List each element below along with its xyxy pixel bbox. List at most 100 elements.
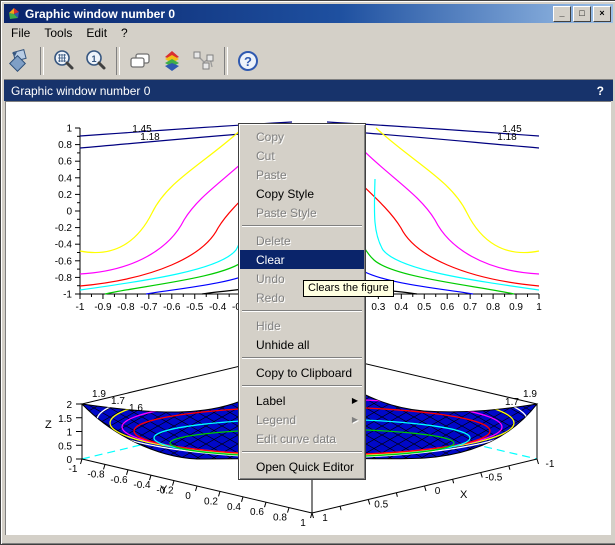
toolbar-separator: [116, 47, 120, 75]
context-menu-item-clear[interactable]: Clear: [240, 250, 364, 269]
menu-file[interactable]: File: [4, 24, 37, 42]
menu-tools[interactable]: Tools: [37, 24, 79, 42]
datatips-icon: [192, 49, 216, 73]
toolbar-separator: [40, 47, 44, 75]
titlebar: Graphic window number 0 _ □ ×: [4, 4, 613, 23]
graphics-editor-button[interactable]: [157, 46, 187, 76]
surface-contour-label: 1.9: [92, 389, 106, 400]
y-tick-label: -0.6: [55, 256, 73, 267]
x-tick-label: 0.6: [440, 302, 454, 313]
submenu-arrow-icon: ▶: [352, 396, 358, 405]
y-tick-label: -0.2: [55, 223, 73, 234]
dialogs-icon: [128, 49, 152, 73]
help-button[interactable]: ?: [233, 46, 263, 76]
x-tick-label: -0.9: [94, 302, 112, 313]
context-menu-item-delete: Delete: [240, 231, 364, 250]
toolbar-separator: [224, 47, 228, 75]
context-menu-item-unhide-all[interactable]: Unhide all: [240, 335, 364, 354]
z-tick-label: 1: [66, 428, 72, 439]
context-menu-item-open-quick-editor[interactable]: Open Quick Editor: [240, 457, 364, 476]
x-tick-label: 0.4: [394, 302, 408, 313]
y3d-tick-label: 0: [185, 491, 191, 502]
x3d-tick-label: -1: [546, 459, 555, 470]
y-tick-label: 0.8: [58, 140, 72, 151]
z-axis-label: Z: [45, 419, 52, 431]
infobar-text: Graphic window number 0: [11, 84, 150, 98]
x3d-tick-label: 0.5: [374, 500, 388, 511]
context-menu-item-cut: Cut: [240, 146, 364, 165]
menu-separator: [242, 451, 362, 453]
surface-contour-label: 1.7: [111, 396, 125, 407]
zoom-original-button[interactable]: 1: [81, 46, 111, 76]
context-menu-item-paste: Paste: [240, 165, 364, 184]
y-tick-label: -1: [63, 290, 72, 301]
y-tick-label: 0.2: [58, 190, 72, 201]
maximize-button[interactable]: □: [573, 6, 591, 22]
z-tick-label: 1.5: [58, 414, 72, 425]
context-menu: CopyCutPasteCopy StylePaste StyleDeleteC…: [238, 123, 366, 480]
zoom-area-button[interactable]: [49, 46, 79, 76]
context-menu-item-copy-to-clipboard[interactable]: Copy to Clipboard: [240, 363, 364, 382]
menu-edit[interactable]: Edit: [79, 24, 114, 42]
x-tick-label: 0.5: [417, 302, 431, 313]
x-tick-label: -0.6: [163, 302, 181, 313]
infobar-help-icon[interactable]: ?: [597, 84, 604, 98]
y-tick-label: -0.8: [55, 273, 73, 284]
z-tick-label: 0.5: [58, 441, 72, 452]
zoom-original-icon: 1: [84, 49, 108, 73]
x-tick-label: -0.4: [209, 302, 227, 313]
x-tick-label: 0.9: [509, 302, 523, 313]
y3d-tick-label: -0.8: [87, 469, 105, 480]
scilab-app-icon: [7, 7, 21, 21]
x3d-tick-label: 1: [322, 513, 328, 524]
context-menu-item-legend: Legend▶: [240, 410, 364, 429]
context-menu-item-edit-curve-data: Edit curve data: [240, 429, 364, 448]
x3d-tick-label: 0: [435, 486, 441, 497]
menubar: File Tools Edit ?: [4, 23, 613, 43]
x-tick-label: -0.5: [186, 302, 204, 313]
context-menu-item-copy: Copy: [240, 127, 364, 146]
figure-infobar: Graphic window number 0 ?: [4, 80, 613, 101]
y3d-tick-label: -0.6: [110, 475, 128, 486]
rotate-icon: [8, 49, 32, 73]
x-tick-label: -0.7: [140, 302, 158, 313]
datatips-button[interactable]: [189, 46, 219, 76]
y-tick-label: 0.6: [58, 157, 72, 168]
menu-separator: [242, 357, 362, 359]
submenu-arrow-icon: ▶: [352, 415, 358, 424]
x3d-tick-label: -0.5: [485, 473, 503, 484]
surface-contour-label: 1.9: [523, 389, 537, 400]
x-tick-label: -1: [76, 302, 85, 313]
x-tick-label: 0.7: [463, 302, 477, 313]
x-tick-label: -0.8: [117, 302, 135, 313]
context-menu-item-copy-style[interactable]: Copy Style: [240, 184, 364, 203]
x-tick-label: 0.3: [371, 302, 385, 313]
x-tick-label: 0.8: [486, 302, 500, 313]
z-tick-label: 2: [66, 400, 72, 411]
clear-tooltip: Clears the figure: [303, 280, 394, 297]
context-menu-item-hide: Hide: [240, 316, 364, 335]
y3d-tick-label: 0.8: [273, 513, 287, 524]
menu-help[interactable]: ?: [114, 24, 135, 42]
context-menu-item-label[interactable]: Label▶: [240, 391, 364, 410]
contour-level-label: 1.18: [140, 132, 160, 143]
y-tick-label: 1: [66, 124, 72, 135]
console-dialogs-button[interactable]: [125, 46, 155, 76]
rotate-button[interactable]: [5, 46, 35, 76]
help-icon: ?: [236, 49, 260, 73]
y3d-tick-label: -1: [69, 464, 78, 475]
y-tick-label: -0.4: [55, 240, 73, 251]
surface-contour-label: 1.6: [129, 403, 143, 414]
menu-separator: [242, 310, 362, 312]
x-axis-label: X: [460, 489, 468, 501]
menu-separator: [242, 385, 362, 387]
y3d-tick-label: -0.4: [133, 480, 151, 491]
y-axis-label: Y: [160, 484, 168, 496]
y3d-tick-label: 0.2: [204, 496, 218, 507]
close-button[interactable]: ×: [593, 6, 611, 22]
svg-text:?: ?: [244, 54, 252, 69]
surface-contour-label: 1.7: [505, 397, 519, 408]
y3d-tick-label: 1: [300, 518, 306, 529]
minimize-button[interactable]: _: [553, 6, 571, 22]
zoom-area-icon: [52, 49, 76, 73]
